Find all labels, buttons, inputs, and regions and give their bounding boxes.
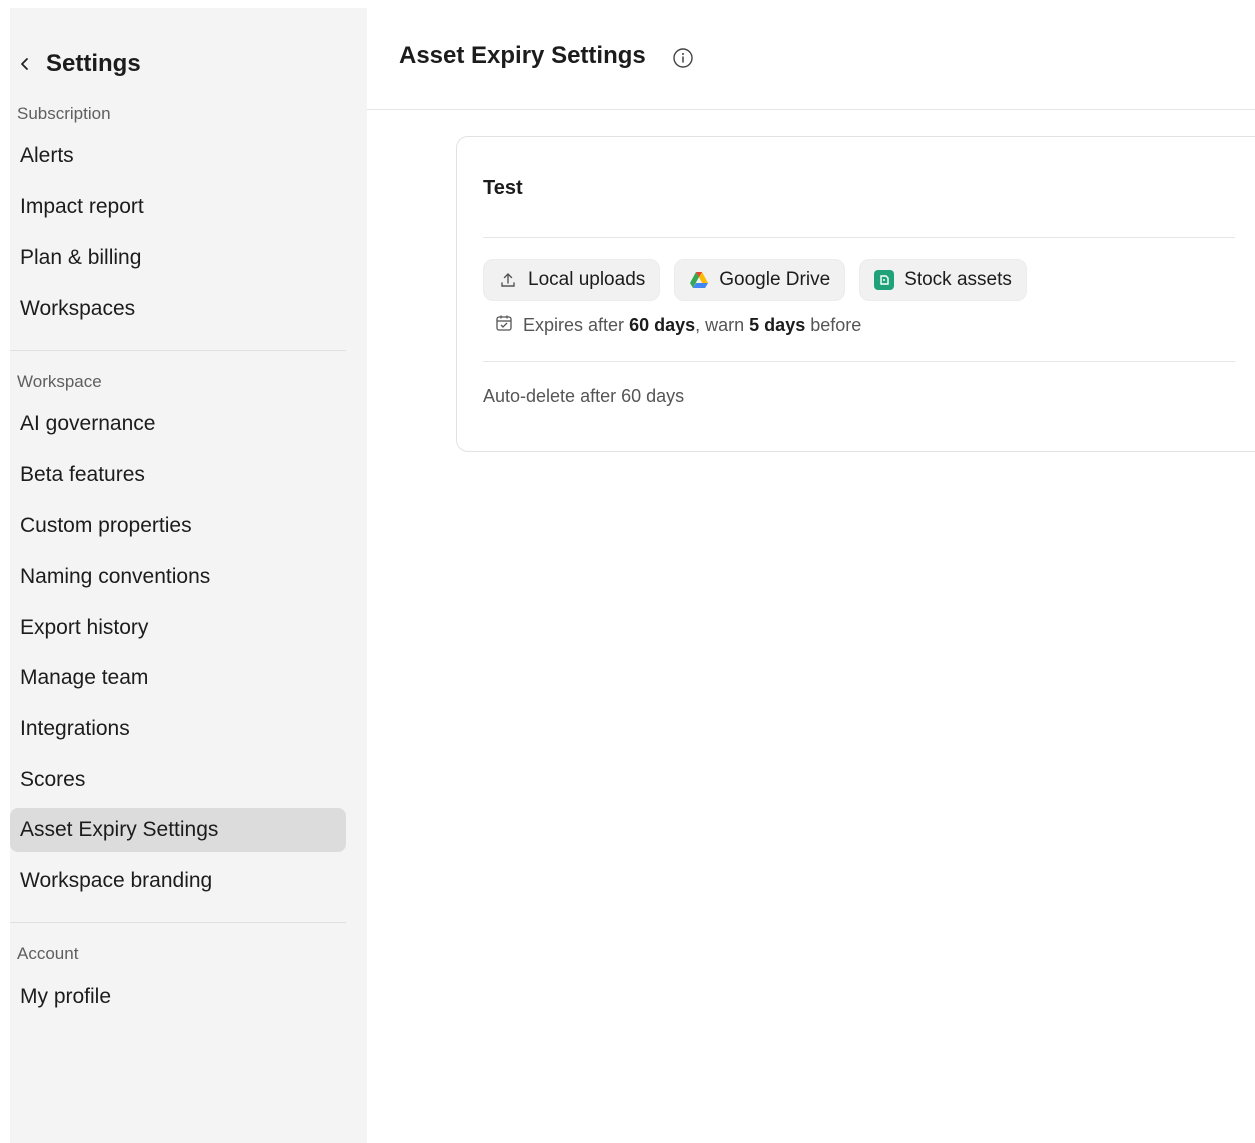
section-label-account: Account: [17, 944, 79, 963]
sidebar-title: Settings: [46, 50, 141, 77]
google-drive-icon: [689, 270, 709, 290]
sidebar-item-manage-team[interactable]: Manage team: [10, 656, 346, 700]
rule-title: Test: [483, 177, 523, 199]
sidebar-item-alerts[interactable]: Alerts: [10, 134, 346, 178]
calendar-icon: [495, 314, 513, 337]
sidebar-item-workspaces[interactable]: Workspaces: [10, 287, 346, 331]
chip-label: Local uploads: [528, 269, 646, 290]
chip-label: Stock assets: [904, 269, 1012, 290]
page-title: Asset Expiry Settings: [399, 42, 646, 69]
sidebar-item-export-history[interactable]: Export history: [10, 606, 346, 650]
sidebar-item-naming-conventions[interactable]: Naming conventions: [10, 555, 346, 599]
back-chevron-icon[interactable]: [10, 48, 40, 80]
sidebar-item-my-profile[interactable]: My profile: [10, 975, 346, 1019]
app: Settings Subscription Alerts Impact repo…: [0, 0, 1255, 1143]
section-label-subscription: Subscription: [17, 104, 111, 123]
sidebar-header: Settings: [10, 48, 141, 80]
info-icon[interactable]: [672, 47, 694, 69]
sidebar-item-workspace-branding[interactable]: Workspace branding: [10, 859, 346, 903]
expiry-mid: , warn: [695, 315, 745, 335]
expiry-days: 60 days: [629, 315, 696, 335]
warn-days: 5 days: [749, 315, 806, 335]
main-content: Asset Expiry Settings Test Local uploads…: [367, 0, 1255, 1143]
settings-sidebar: Settings Subscription Alerts Impact repo…: [10, 8, 367, 1143]
sidebar-item-impact-report[interactable]: Impact report: [10, 185, 346, 229]
expiry-prefix: Expires after: [523, 315, 625, 335]
chip-label: Google Drive: [719, 269, 831, 290]
sidebar-item-scores[interactable]: Scores: [10, 758, 346, 802]
sidebar-item-integrations[interactable]: Integrations: [10, 707, 346, 751]
sidebar-item-asset-expiry-settings[interactable]: Asset Expiry Settings: [10, 808, 346, 852]
upload-icon: [498, 270, 518, 290]
chip-google-drive: Google Drive: [674, 259, 846, 301]
card-divider: [483, 237, 1235, 238]
expiry-rule-card[interactable]: Test Local uploads Google Drive Stock as…: [456, 136, 1255, 452]
card-divider: [483, 361, 1235, 362]
expiry-suffix: before: [810, 315, 862, 335]
auto-delete-text: Auto-delete after 60 days: [483, 386, 685, 406]
sidebar-item-plan-billing[interactable]: Plan & billing: [10, 236, 346, 280]
expiry-summary: Expires after 60 days, warn 5 days befor…: [495, 314, 861, 337]
section-label-workspace: Workspace: [17, 372, 102, 391]
sidebar-item-beta-features[interactable]: Beta features: [10, 453, 346, 497]
chip-stock-assets: Stock assets: [859, 259, 1027, 301]
sidebar-divider: [10, 922, 346, 923]
chip-local-uploads: Local uploads: [483, 259, 661, 301]
page-header: Asset Expiry Settings: [367, 0, 1255, 110]
source-chips: Local uploads Google Drive Stock assets: [483, 259, 1027, 301]
sidebar-item-custom-properties[interactable]: Custom properties: [10, 504, 346, 548]
sidebar-divider: [10, 350, 346, 351]
sidebar-item-ai-governance[interactable]: AI governance: [10, 402, 346, 446]
stock-assets-icon: [874, 270, 895, 290]
